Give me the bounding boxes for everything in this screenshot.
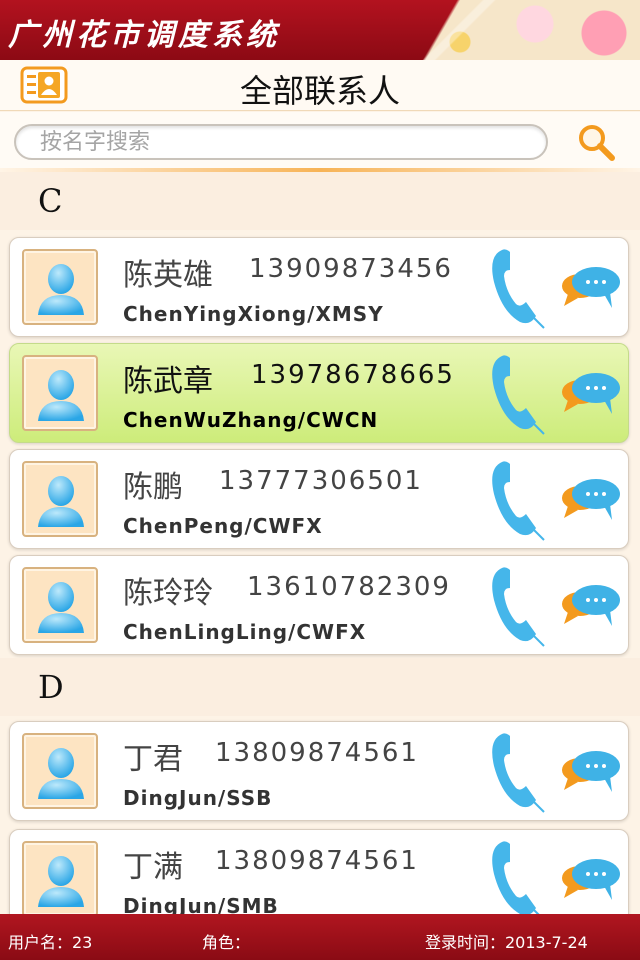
search-icon[interactable] [576,122,616,162]
login-time-label: 登录时间：2013-7-24 [425,933,588,952]
contact-row[interactable]: 陈武章 13978678665 ChenWuZhang/CWCN [9,343,629,443]
section-letter: C [38,182,63,220]
contact-pinyin: DingJun/SSB [123,786,273,810]
page-title: 全部联系人 [239,72,400,110]
contact-phone: 13978678665 [251,360,455,390]
phone-call-icon[interactable] [488,728,548,814]
app-title: 广州花市调度系统 [8,18,280,53]
contact-phone: 13777306501 [219,466,423,496]
search-input[interactable] [14,124,548,160]
contact-name: 陈鹏 [123,470,183,505]
message-bubble-icon[interactable] [560,746,622,800]
role-label: 角色： [202,933,251,952]
message-bubble-icon[interactable] [560,368,622,422]
contact-phone: 13809874561 [215,846,419,876]
contact-phone: 13610782309 [247,572,451,602]
banner-decoration [340,0,640,60]
contact-row[interactable]: 陈英雄 13909873456 ChenYingXiong/XMSY [9,237,629,337]
message-bubble-icon[interactable] [560,262,622,316]
app-banner: 广州花市调度系统 [0,0,640,60]
avatar-icon [22,567,98,643]
contact-name: 陈玲玲 [123,576,213,611]
contact-phone: 13809874561 [215,738,419,768]
contact-phone: 13909873456 [249,254,453,284]
phone-call-icon[interactable] [488,836,548,922]
contact-name: 陈武章 [123,364,213,399]
section-header: C [0,172,640,230]
contact-pinyin: ChenLingLing/CWFX [123,620,367,644]
phone-call-icon[interactable] [488,244,548,330]
contact-pinyin: ChenYingXiong/XMSY [123,302,384,326]
message-bubble-icon[interactable] [560,474,622,528]
contact-row[interactable]: 陈玲玲 13610782309 ChenLingLing/CWFX [9,555,629,655]
section-header: D [0,658,640,716]
contact-name: 丁君 [123,742,183,777]
username-label: 用户名：23 [8,933,93,952]
contact-row[interactable]: 丁君 13809874561 DingJun/SSB [9,721,629,821]
avatar-icon [22,461,98,537]
avatar-icon [22,841,98,917]
section-letter: D [38,668,64,706]
contact-pinyin: ChenPeng/CWFX [123,514,323,538]
status-footer: 用户名：23 角色： 登录时间：2013-7-24 [0,914,640,960]
message-bubble-icon[interactable] [560,854,622,908]
message-bubble-icon[interactable] [560,580,622,634]
contact-pinyin: ChenWuZhang/CWCN [123,408,379,432]
phone-call-icon[interactable] [488,456,548,542]
avatar-icon [22,733,98,809]
avatar-icon [22,355,98,431]
phone-call-icon[interactable] [488,350,548,436]
phone-call-icon[interactable] [488,562,548,648]
contact-name: 丁满 [123,850,183,885]
avatar-icon [22,249,98,325]
contact-row[interactable]: 陈鹏 13777306501 ChenPeng/CWFX [9,449,629,549]
contact-name: 陈英雄 [123,258,213,293]
